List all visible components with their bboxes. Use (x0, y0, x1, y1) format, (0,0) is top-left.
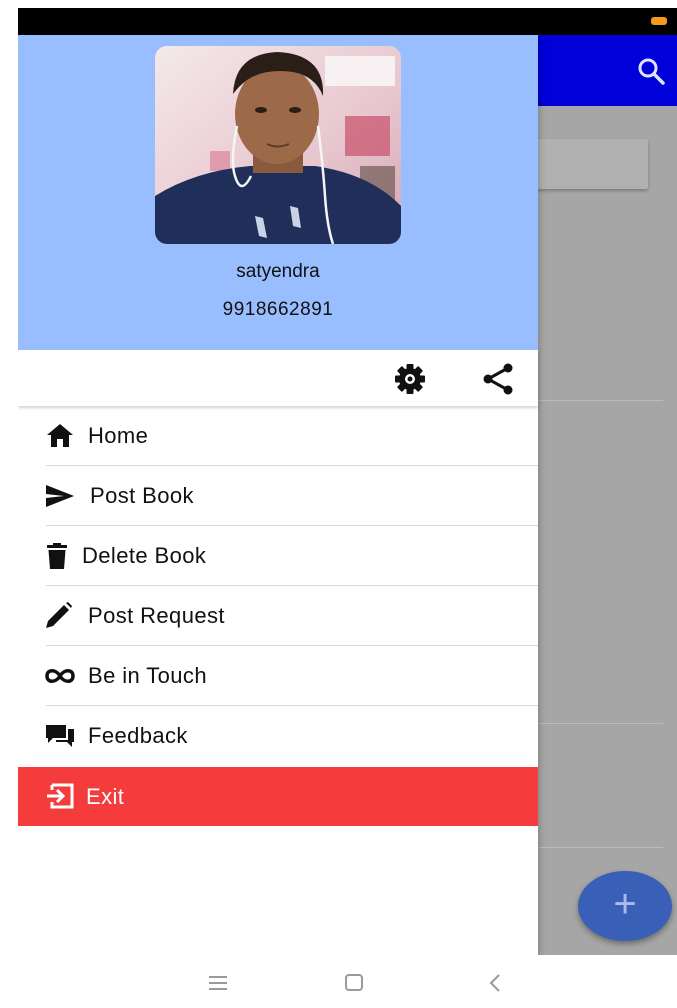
menu-item-exit[interactable]: Exit (18, 767, 538, 826)
drawer-menu: Home Post Book Delete Book Post Request … (18, 406, 538, 766)
menu-item-label: Be in Touch (88, 663, 207, 688)
user-name: satyendra (236, 261, 320, 282)
menu-icon[interactable] (203, 970, 233, 996)
chat-icon (44, 722, 76, 750)
profile-photo[interactable] (155, 46, 401, 244)
send-icon (44, 482, 76, 510)
device-screen: + satyendra 9918662891 Home Post Book De… (18, 8, 677, 1008)
home-square-icon[interactable] (339, 970, 369, 996)
exit-label: Exit (86, 784, 125, 809)
battery-icon (651, 17, 667, 25)
back-icon[interactable] (480, 970, 510, 996)
user-phone: 9918662891 (222, 299, 334, 320)
background-divider (538, 723, 663, 724)
menu-item-delete-book[interactable]: Delete Book (18, 526, 538, 586)
system-navigation-bar (18, 955, 677, 1008)
menu-item-post-book[interactable]: Post Book (18, 466, 538, 526)
exit-icon (44, 782, 76, 810)
background-divider (538, 847, 663, 848)
background-divider (538, 400, 663, 401)
menu-item-label: Post Book (90, 483, 194, 508)
navigation-drawer: satyendra 9918662891 Home Post Book Dele… (18, 35, 538, 955)
menu-item-label: Delete Book (82, 543, 207, 568)
trash-icon (44, 542, 76, 570)
home-icon (44, 422, 76, 450)
share-icon[interactable] (479, 362, 517, 396)
menu-item-post-request[interactable]: Post Request (18, 586, 538, 646)
menu-item-label: Feedback (88, 723, 188, 748)
status-bar (18, 8, 677, 35)
menu-item-label: Post Request (88, 603, 225, 628)
drawer-header: satyendra 9918662891 (18, 35, 538, 350)
infinity-icon (44, 662, 76, 690)
gear-icon[interactable] (391, 362, 429, 396)
search-icon[interactable] (635, 55, 667, 87)
header-action-row (18, 350, 538, 406)
menu-item-label: Home (88, 423, 149, 448)
menu-item-home[interactable]: Home (18, 406, 538, 466)
menu-item-be-in-touch[interactable]: Be in Touch (18, 646, 538, 706)
menu-item-feedback[interactable]: Feedback (18, 706, 538, 766)
add-fab-button[interactable]: + (578, 871, 672, 941)
pencil-icon (44, 602, 76, 630)
